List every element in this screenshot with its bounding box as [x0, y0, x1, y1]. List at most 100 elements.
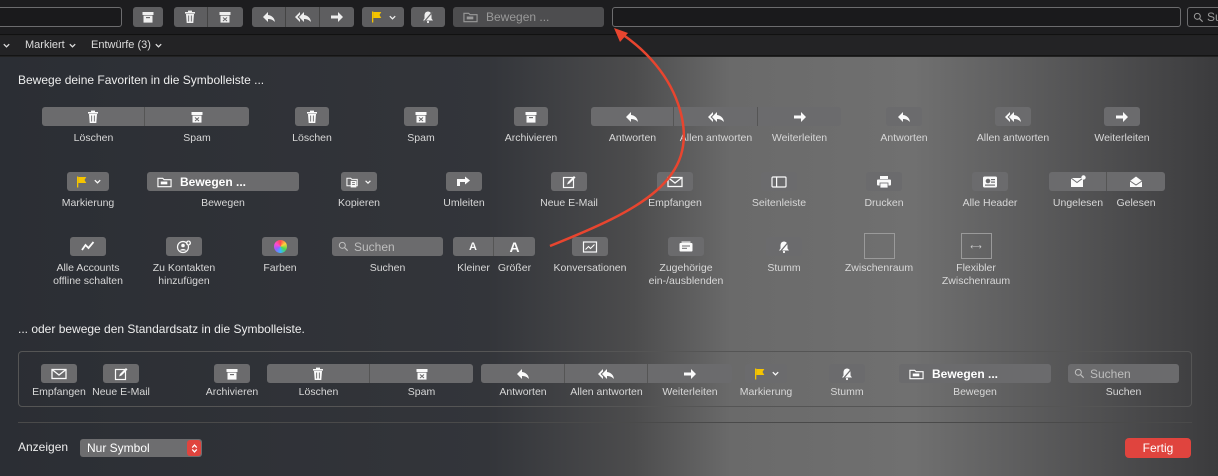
- item-label: Markierung: [61, 197, 115, 209]
- item-label: Stumm: [830, 386, 864, 398]
- item-copy[interactable]: Kopieren: [329, 172, 389, 210]
- favorites-heading: Bewege deine Favoriten in die Symbolleis…: [18, 73, 265, 87]
- search-icon: [1193, 12, 1204, 23]
- archive-icon: [141, 10, 155, 24]
- item-mute[interactable]: Stumm: [754, 237, 814, 275]
- item-label: Drucken: [864, 197, 904, 209]
- item-reply[interactable]: Antworten: [869, 107, 939, 145]
- item-label: Allen antworten: [570, 386, 643, 398]
- item-label: Archivieren: [504, 132, 558, 144]
- forward-icon: [1115, 110, 1129, 124]
- item-forward[interactable]: Weiterleiten: [1087, 107, 1157, 145]
- sidebar-icon: [771, 175, 787, 189]
- item-all-headers[interactable]: Alle Header: [958, 172, 1022, 210]
- trash-icon: [311, 367, 325, 381]
- item-redirect[interactable]: Umleiten: [434, 172, 494, 210]
- larger-icon: A: [494, 237, 535, 256]
- mute-icon: [777, 240, 791, 254]
- flag-icon: [75, 175, 89, 189]
- item-search[interactable]: Suchen Suchen: [332, 237, 443, 275]
- item-offline[interactable]: Alle Accounts offline schalten: [43, 237, 133, 288]
- folder-icon: [909, 367, 924, 381]
- item-space[interactable]: Zwischenraum: [839, 233, 919, 275]
- compose-icon: [562, 175, 576, 189]
- show-popup-value: Nur Symbol: [87, 441, 150, 455]
- flag-icon: [753, 367, 767, 381]
- done-button[interactable]: Fertig: [1125, 438, 1191, 458]
- default-new-email: Neue E-Mail: [88, 364, 154, 399]
- item-flexible-space[interactable]: ⟷ Flexibler Zwischenraum: [931, 233, 1021, 288]
- item-font-size[interactable]: AA Kleiner Größer: [453, 237, 535, 274]
- item-move[interactable]: Bewegen ... Bewegen: [147, 172, 299, 210]
- item-sidebar[interactable]: Seitenleiste: [749, 172, 809, 210]
- toolbar-reply-group[interactable]: [252, 7, 354, 27]
- flag-icon: [370, 10, 384, 24]
- toolbar-search-field[interactable]: Su: [1187, 7, 1218, 27]
- chevron-down-icon: [771, 369, 780, 378]
- default-delete-junk: Löschen Spam: [267, 364, 473, 398]
- chevron-down-icon[interactable]: [2, 41, 11, 50]
- toolbar-field-left[interactable]: [0, 7, 122, 27]
- toolbar-delete-junk-group[interactable]: [173, 7, 243, 27]
- footer-divider: [18, 422, 1192, 423]
- headers-icon: [982, 175, 998, 189]
- item-archive[interactable]: Archivieren: [496, 107, 566, 145]
- item-related[interactable]: Zugehörige ein-/ausblenden: [641, 237, 731, 288]
- item-reply-all[interactable]: Allen antworten: [968, 107, 1058, 145]
- item-junk[interactable]: Spam: [391, 107, 451, 145]
- item-label: Bewegen: [201, 197, 245, 209]
- toolbar-search-placeholder: Su: [1207, 10, 1218, 24]
- flexible-space-placeholder: ⟷: [960, 233, 992, 259]
- toolbar-archive-button[interactable]: [133, 7, 163, 27]
- item-unread-read[interactable]: Ungelesen Gelesen: [1049, 172, 1165, 209]
- item-label: Antworten: [499, 386, 547, 398]
- toolbar-mute-button[interactable]: [411, 7, 445, 27]
- item-label: Alle Accounts offline schalten: [53, 262, 123, 287]
- item-label: Spam: [407, 132, 435, 144]
- item-label: Weiterleiten: [662, 386, 718, 398]
- chevron-down-icon: [154, 41, 163, 50]
- favorites-drafts[interactable]: Entwürfe (3): [91, 39, 163, 51]
- item-label: Farben: [263, 262, 297, 274]
- item-label: Gelesen: [1116, 197, 1156, 209]
- item-conversations[interactable]: Konversationen: [549, 237, 631, 275]
- default-flag: Markierung: [736, 364, 796, 399]
- archive-icon: [524, 110, 538, 124]
- item-new-email[interactable]: Neue E-Mail: [534, 172, 604, 210]
- junk-icon: [414, 110, 428, 124]
- item-delete-junk[interactable]: Löschen Spam: [42, 107, 249, 144]
- toolbar-flag-button[interactable]: [362, 7, 404, 27]
- item-colors[interactable]: Farben: [250, 237, 310, 275]
- show-label: Anzeigen: [18, 440, 69, 454]
- unread-icon: [1070, 175, 1086, 189]
- print-icon: [876, 175, 892, 189]
- favorites-flagged[interactable]: Markiert: [25, 39, 77, 51]
- reply-all-icon: [1005, 110, 1021, 124]
- reply-all-icon: [708, 110, 724, 124]
- show-popup[interactable]: Nur Symbol: [80, 439, 202, 457]
- item-reply-group[interactable]: Antworten Allen antworten Weiterleiten: [591, 107, 841, 144]
- item-label: Löschen: [292, 132, 332, 144]
- read-icon: [1128, 175, 1144, 189]
- envelope-icon: [667, 175, 683, 189]
- item-print[interactable]: Drucken: [854, 172, 914, 210]
- item-label: Empfangen: [32, 386, 86, 398]
- reply-icon: [262, 10, 276, 24]
- mute-icon: [421, 10, 435, 24]
- smaller-icon: A: [453, 237, 494, 256]
- item-label: Zu Kontakten hinzufügen: [152, 262, 216, 287]
- flagged-label: Markiert: [25, 39, 65, 51]
- item-label: Allen antworten: [679, 132, 753, 144]
- toolbar-move-button[interactable]: Bewegen ...: [453, 7, 604, 27]
- item-label: Kopieren: [337, 197, 381, 209]
- item-add-contacts[interactable]: Zu Kontakten hinzufügen: [139, 237, 229, 288]
- reply-icon: [625, 110, 639, 124]
- compose-icon: [114, 367, 128, 381]
- item-delete[interactable]: Löschen: [282, 107, 342, 145]
- toolbar-empty-field[interactable]: [612, 7, 1181, 27]
- item-label: Suchen: [1105, 386, 1142, 398]
- item-get-mail[interactable]: Empfangen: [643, 172, 707, 210]
- item-label: Spam: [183, 132, 211, 144]
- item-flag[interactable]: Markierung: [53, 172, 123, 210]
- default-move: Bewegen ... Bewegen: [899, 364, 1051, 399]
